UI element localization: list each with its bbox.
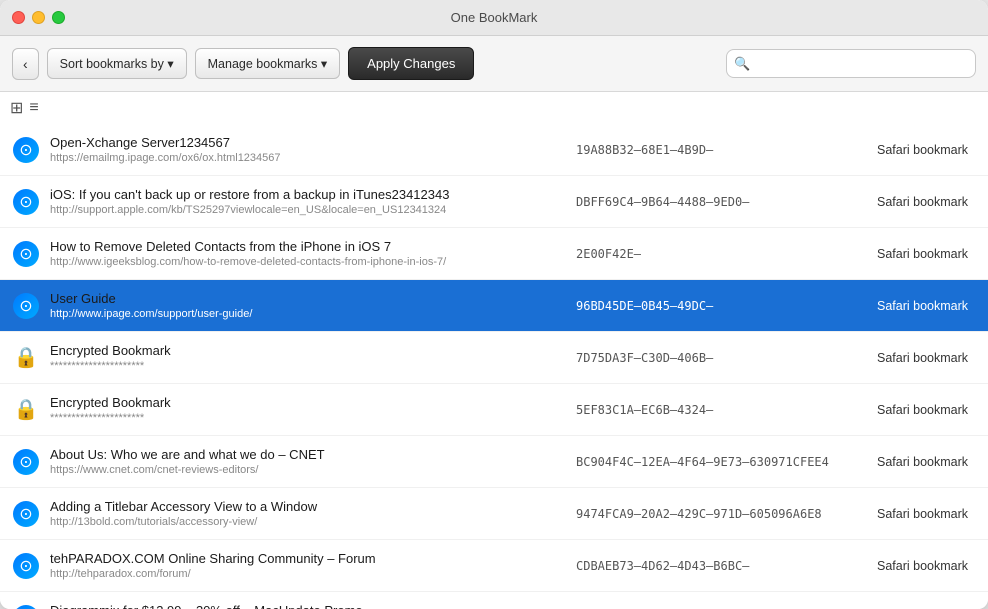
bookmark-type: Safari bookmark xyxy=(846,455,976,469)
table-row[interactable]: iOS: If you can't back up or restore fro… xyxy=(0,176,988,228)
app-window: One BookMark ‹ Sort bookmarks by ▾ Manag… xyxy=(0,0,988,609)
safari-icon xyxy=(13,501,39,527)
table-row[interactable]: About Us: Who we are and what we do – CN… xyxy=(0,436,988,488)
bookmark-uuid: 2E00F42E– xyxy=(566,247,846,261)
bookmark-title: Adding a Titlebar Accessory View to a Wi… xyxy=(50,499,566,514)
manage-bookmarks-button[interactable]: Manage bookmarks ▾ xyxy=(195,48,341,79)
safari-icon xyxy=(13,605,39,609)
bookmark-type: Safari bookmark xyxy=(846,507,976,521)
bookmark-url: http://www.igeeksblog.com/how-to-remove-… xyxy=(50,256,566,268)
search-wrapper: 🔍 xyxy=(726,49,976,78)
titlebar: One BookMark xyxy=(0,0,988,36)
lock-icon: 🔒 xyxy=(13,345,39,371)
bookmark-uuid: 5EF83C1A–EC6B–4324– xyxy=(566,403,846,417)
bookmark-type: Safari bookmark xyxy=(846,351,976,365)
bookmark-list: Open-Xchange Server1234567 https://emailm… xyxy=(0,124,988,609)
bookmark-title: Open-Xchange Server1234567 xyxy=(50,135,566,150)
bookmark-uuid: 7D75DA3F–C30D–406B– xyxy=(566,351,846,365)
back-icon: ‹ xyxy=(23,56,28,72)
bookmark-url: http://www.ipage.com/support/user-guide/ xyxy=(50,308,566,320)
bookmark-title: iOS: If you can't back up or restore fro… xyxy=(50,187,566,202)
traffic-lights xyxy=(12,11,65,24)
table-row[interactable]: 🔒 Encrypted Bookmark *********************… xyxy=(0,332,988,384)
table-row[interactable]: Open-Xchange Server1234567 https://emailm… xyxy=(0,124,988,176)
bookmark-title: User Guide xyxy=(50,291,566,306)
bookmark-title: Encrypted Bookmark xyxy=(50,343,566,358)
safari-icon xyxy=(13,449,39,475)
bookmark-type: Safari bookmark xyxy=(846,195,976,209)
bookmark-uuid: DBFF69C4–9B64–4488–9ED0– xyxy=(566,195,846,209)
table-row[interactable]: Diagrammix for $13.99 – 30% off – MacUpd… xyxy=(0,592,988,609)
apply-changes-button[interactable]: Apply Changes xyxy=(348,47,474,80)
minimize-button[interactable] xyxy=(32,11,45,24)
safari-icon xyxy=(13,293,39,319)
bookmark-url: https://www.cnet.com/cnet-reviews-editor… xyxy=(50,464,566,476)
bookmark-uuid: CDBAEB73–4D62–4D43–B6BC– xyxy=(566,559,846,573)
table-row[interactable]: User Guide http://www.ipage.com/support/u… xyxy=(0,280,988,332)
bookmark-type: Safari bookmark xyxy=(846,247,976,261)
safari-icon xyxy=(13,553,39,579)
close-button[interactable] xyxy=(12,11,25,24)
bookmark-title: Encrypted Bookmark xyxy=(50,395,566,410)
safari-icon xyxy=(13,137,39,163)
sort-bookmarks-button[interactable]: Sort bookmarks by ▾ xyxy=(47,48,187,79)
bookmark-title: About Us: Who we are and what we do – CN… xyxy=(50,447,566,462)
bookmark-url: http://tehparadox.com/forum/ xyxy=(50,568,566,580)
safari-icon xyxy=(13,189,39,215)
grid-view-icon[interactable]: ⊞ xyxy=(10,98,23,118)
maximize-button[interactable] xyxy=(52,11,65,24)
table-row[interactable]: 🔒 Encrypted Bookmark *********************… xyxy=(0,384,988,436)
list-view-icon[interactable]: ≡ xyxy=(29,99,38,117)
bookmark-type: Safari bookmark xyxy=(846,143,976,157)
search-icon: 🔍 xyxy=(734,56,750,72)
table-row[interactable]: tehPARADOX.COM Online Sharing Community … xyxy=(0,540,988,592)
bookmark-url: ********************** xyxy=(50,412,566,424)
bookmark-url: https://emailmg.ipage.com/ox6/ox.html123… xyxy=(50,152,566,164)
bookmark-url: http://13bold.com/tutorials/accessory-vi… xyxy=(50,516,566,528)
bookmark-title: Diagrammix for $13.99 – 30% off – MacUpd… xyxy=(50,603,566,609)
bookmark-title: How to Remove Deleted Contacts from the … xyxy=(50,239,566,254)
bookmark-uuid: 9474FCA9–20A2–429C–971D–605096A6E8 xyxy=(566,507,846,521)
bookmark-title: tehPARADOX.COM Online Sharing Community … xyxy=(50,551,566,566)
table-row[interactable]: Adding a Titlebar Accessory View to a Wi… xyxy=(0,488,988,540)
window-title: One BookMark xyxy=(451,10,538,25)
lock-icon: 🔒 xyxy=(13,397,39,423)
view-toggle-bar: ⊞ ≡ xyxy=(0,92,988,124)
bookmark-type: Safari bookmark xyxy=(846,559,976,573)
table-row[interactable]: How to Remove Deleted Contacts from the … xyxy=(0,228,988,280)
safari-icon xyxy=(13,241,39,267)
bookmark-uuid: 19A88B32–68E1–4B9D– xyxy=(566,143,846,157)
bookmark-url: ********************** xyxy=(50,360,566,372)
bookmark-uuid: BC904F4C–12EA–4F64–9E73–630971CFEE4 xyxy=(566,455,846,469)
toolbar: ‹ Sort bookmarks by ▾ Manage bookmarks ▾… xyxy=(0,36,988,92)
search-input[interactable] xyxy=(726,49,976,78)
bookmark-uuid: 96BD45DE–0B45–49DC– xyxy=(566,299,846,313)
bookmark-url: http://support.apple.com/kb/TS25297viewl… xyxy=(50,204,566,216)
bookmark-type: Safari bookmark xyxy=(846,403,976,417)
back-button[interactable]: ‹ xyxy=(12,48,39,80)
bookmark-type: Safari bookmark xyxy=(846,299,976,313)
